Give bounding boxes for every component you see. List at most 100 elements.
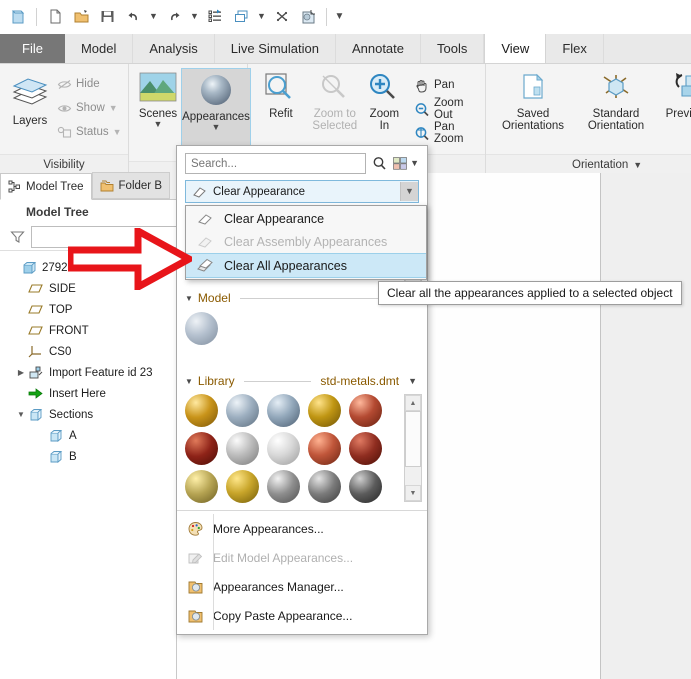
swatch-aluminum[interactable] bbox=[226, 432, 259, 465]
tab-tools[interactable]: Tools bbox=[421, 34, 485, 63]
appearance-gallery-icon[interactable] bbox=[296, 5, 320, 29]
show-button[interactable]: Show ▼ bbox=[54, 96, 125, 120]
scroll-up-arrow-icon[interactable]: ▲ bbox=[405, 395, 421, 411]
search-input[interactable] bbox=[185, 153, 367, 174]
refit-button[interactable]: Refit bbox=[254, 68, 308, 123]
status-caret-icon[interactable]: ▼ bbox=[113, 127, 122, 137]
menu-item-clear-all-appearances[interactable]: Clear All Appearances bbox=[186, 253, 426, 278]
show-caret-icon[interactable]: ▼ bbox=[109, 103, 118, 113]
scenes-caret-icon[interactable]: ▼ bbox=[154, 120, 163, 129]
swatch-graphite[interactable] bbox=[349, 470, 382, 503]
swatch-yellow-brass[interactable] bbox=[226, 470, 259, 503]
tab-annotate[interactable]: Annotate bbox=[336, 34, 421, 63]
tab-model[interactable]: Model bbox=[65, 34, 134, 63]
pan-zoom-button[interactable]: Pan Zoom bbox=[411, 121, 479, 145]
appearances-caret-icon[interactable]: ▼ bbox=[212, 123, 221, 132]
scroll-down-arrow-icon[interactable]: ▼ bbox=[405, 485, 421, 501]
view-options-button[interactable]: ▼ bbox=[393, 157, 419, 170]
undo-caret-icon[interactable]: ▼ bbox=[147, 6, 160, 28]
saved-orientations-button[interactable]: Saved Orientations ▼ bbox=[492, 68, 574, 135]
tree-item-section-a[interactable]: A bbox=[0, 425, 176, 446]
clear-appearance-chevron-down-icon[interactable]: ▼ bbox=[400, 182, 418, 201]
tree-item-cs0[interactable]: CS0 bbox=[0, 341, 176, 362]
copy-paste-appearance-item[interactable]: Copy Paste Appearance... bbox=[177, 601, 427, 630]
tab-view[interactable]: View bbox=[484, 34, 547, 63]
save-icon[interactable] bbox=[95, 5, 119, 29]
open-icon[interactable] bbox=[69, 5, 93, 29]
library-section-twisty-icon[interactable]: ▼ bbox=[185, 377, 193, 386]
redo-caret-icon[interactable]: ▼ bbox=[188, 6, 201, 28]
swatch-steel[interactable] bbox=[226, 394, 259, 427]
menu-item-clear-appearance[interactable]: Clear Appearance bbox=[186, 207, 426, 230]
swatch-blue-steel[interactable] bbox=[267, 394, 300, 427]
customize-caret-icon[interactable]: ▼ bbox=[333, 6, 346, 28]
tree-item-sections[interactable]: ▼ Sections bbox=[0, 404, 176, 425]
swatch-brass[interactable] bbox=[308, 394, 341, 427]
appearances-manager-item[interactable]: Appearances Manager... bbox=[177, 572, 427, 601]
library-file-label: std-metals.dmt bbox=[320, 374, 400, 388]
swatch-dark-gray[interactable] bbox=[308, 470, 341, 503]
layers-icon bbox=[8, 72, 52, 112]
eraser-icon bbox=[186, 212, 224, 226]
model-section-twisty-icon[interactable]: ▼ bbox=[185, 294, 193, 303]
library-swatches bbox=[177, 390, 404, 510]
swatch-gold[interactable] bbox=[185, 394, 218, 427]
swatch-model-default[interactable] bbox=[185, 312, 218, 345]
hide-button[interactable]: Hide bbox=[54, 72, 125, 96]
previous-view-button[interactable]: Previous bbox=[658, 68, 691, 123]
orientation-caret-icon[interactable]: ▼ bbox=[633, 160, 642, 170]
window-caret-icon[interactable]: ▼ bbox=[255, 6, 268, 28]
tree-twisty-collapsed-icon[interactable]: ▶ bbox=[14, 368, 28, 377]
standard-orientation-label: Standard Orientation bbox=[587, 108, 645, 132]
library-scrollbar[interactable]: ▲ ▼ bbox=[404, 394, 422, 502]
nav-tab-folder-browser[interactable]: Folder B bbox=[91, 172, 170, 199]
tree-item-insert-here[interactable]: Insert Here bbox=[0, 383, 176, 404]
swatch-oxide-red[interactable] bbox=[349, 432, 382, 465]
clear-appearance-combo[interactable]: Clear Appearance ▼ bbox=[185, 180, 419, 203]
swatch-silver-gray[interactable] bbox=[267, 470, 300, 503]
search-magnifier-icon[interactable] bbox=[372, 156, 387, 171]
standard-orientation-button[interactable]: Standard Orientation bbox=[574, 68, 658, 135]
zoom-out-button[interactable]: Zoom Out bbox=[411, 97, 479, 121]
tab-flex[interactable]: Flex bbox=[546, 34, 604, 63]
regenerate-icon[interactable] bbox=[203, 5, 227, 29]
undo-icon[interactable] bbox=[121, 5, 145, 29]
swatch-bronze[interactable] bbox=[308, 432, 341, 465]
part-icon[interactable] bbox=[6, 5, 30, 29]
tab-file[interactable]: File bbox=[0, 34, 65, 63]
close-window-icon[interactable] bbox=[270, 5, 294, 29]
tree-item-front[interactable]: FRONT bbox=[0, 320, 176, 341]
tree-item-part[interactable]: 279212.PRT bbox=[0, 257, 176, 278]
window-icon[interactable] bbox=[229, 5, 253, 29]
tree-item-side[interactable]: SIDE bbox=[0, 278, 176, 299]
tab-live-simulation[interactable]: Live Simulation bbox=[215, 34, 336, 63]
menu-item-clear-appearance-label: Clear Appearance bbox=[224, 211, 325, 226]
tree-item-top[interactable]: TOP bbox=[0, 299, 176, 320]
tree-item-section-b[interactable]: B bbox=[0, 446, 176, 467]
tab-analysis[interactable]: Analysis bbox=[133, 34, 215, 63]
tree-twisty-expanded-icon[interactable]: ▼ bbox=[14, 410, 28, 419]
new-icon[interactable] bbox=[43, 5, 67, 29]
swatch-olive-gold[interactable] bbox=[185, 470, 218, 503]
nav-tab-model-tree[interactable]: Model Tree bbox=[0, 173, 92, 200]
library-section-header[interactable]: ▼ Library std-metals.dmt ▼ bbox=[177, 368, 427, 390]
more-appearances-item[interactable]: More Appearances... bbox=[177, 514, 427, 543]
scenes-button[interactable]: Scenes ▼ bbox=[135, 68, 181, 132]
redo-icon[interactable] bbox=[162, 5, 186, 29]
status-button[interactable]: Status ▼ bbox=[54, 120, 125, 144]
swatch-copper[interactable] bbox=[349, 394, 382, 427]
view-options-caret-icon[interactable]: ▼ bbox=[410, 159, 419, 168]
tree-item-import-feature[interactable]: ▶ Import Feature id 23 bbox=[0, 362, 176, 383]
swatch-chrome[interactable] bbox=[267, 432, 300, 465]
zoom-in-button[interactable]: Zoom In bbox=[362, 68, 407, 135]
scrollbar-thumb[interactable] bbox=[405, 411, 421, 467]
library-chevron-down-icon[interactable]: ▼ bbox=[408, 376, 417, 386]
layers-button[interactable]: Layers bbox=[6, 69, 54, 130]
pan-button[interactable]: Pan bbox=[411, 73, 479, 97]
group-title-orientation[interactable]: Orientation ▼ bbox=[486, 154, 691, 175]
swatch-dark-copper[interactable] bbox=[185, 432, 218, 465]
filter-funnel-icon[interactable] bbox=[10, 230, 25, 244]
swatch-row bbox=[185, 432, 398, 465]
zoom-to-selected-button[interactable]: Zoom to Selected bbox=[308, 68, 362, 135]
pan-zoom-label: Pan Zoom bbox=[434, 121, 464, 145]
